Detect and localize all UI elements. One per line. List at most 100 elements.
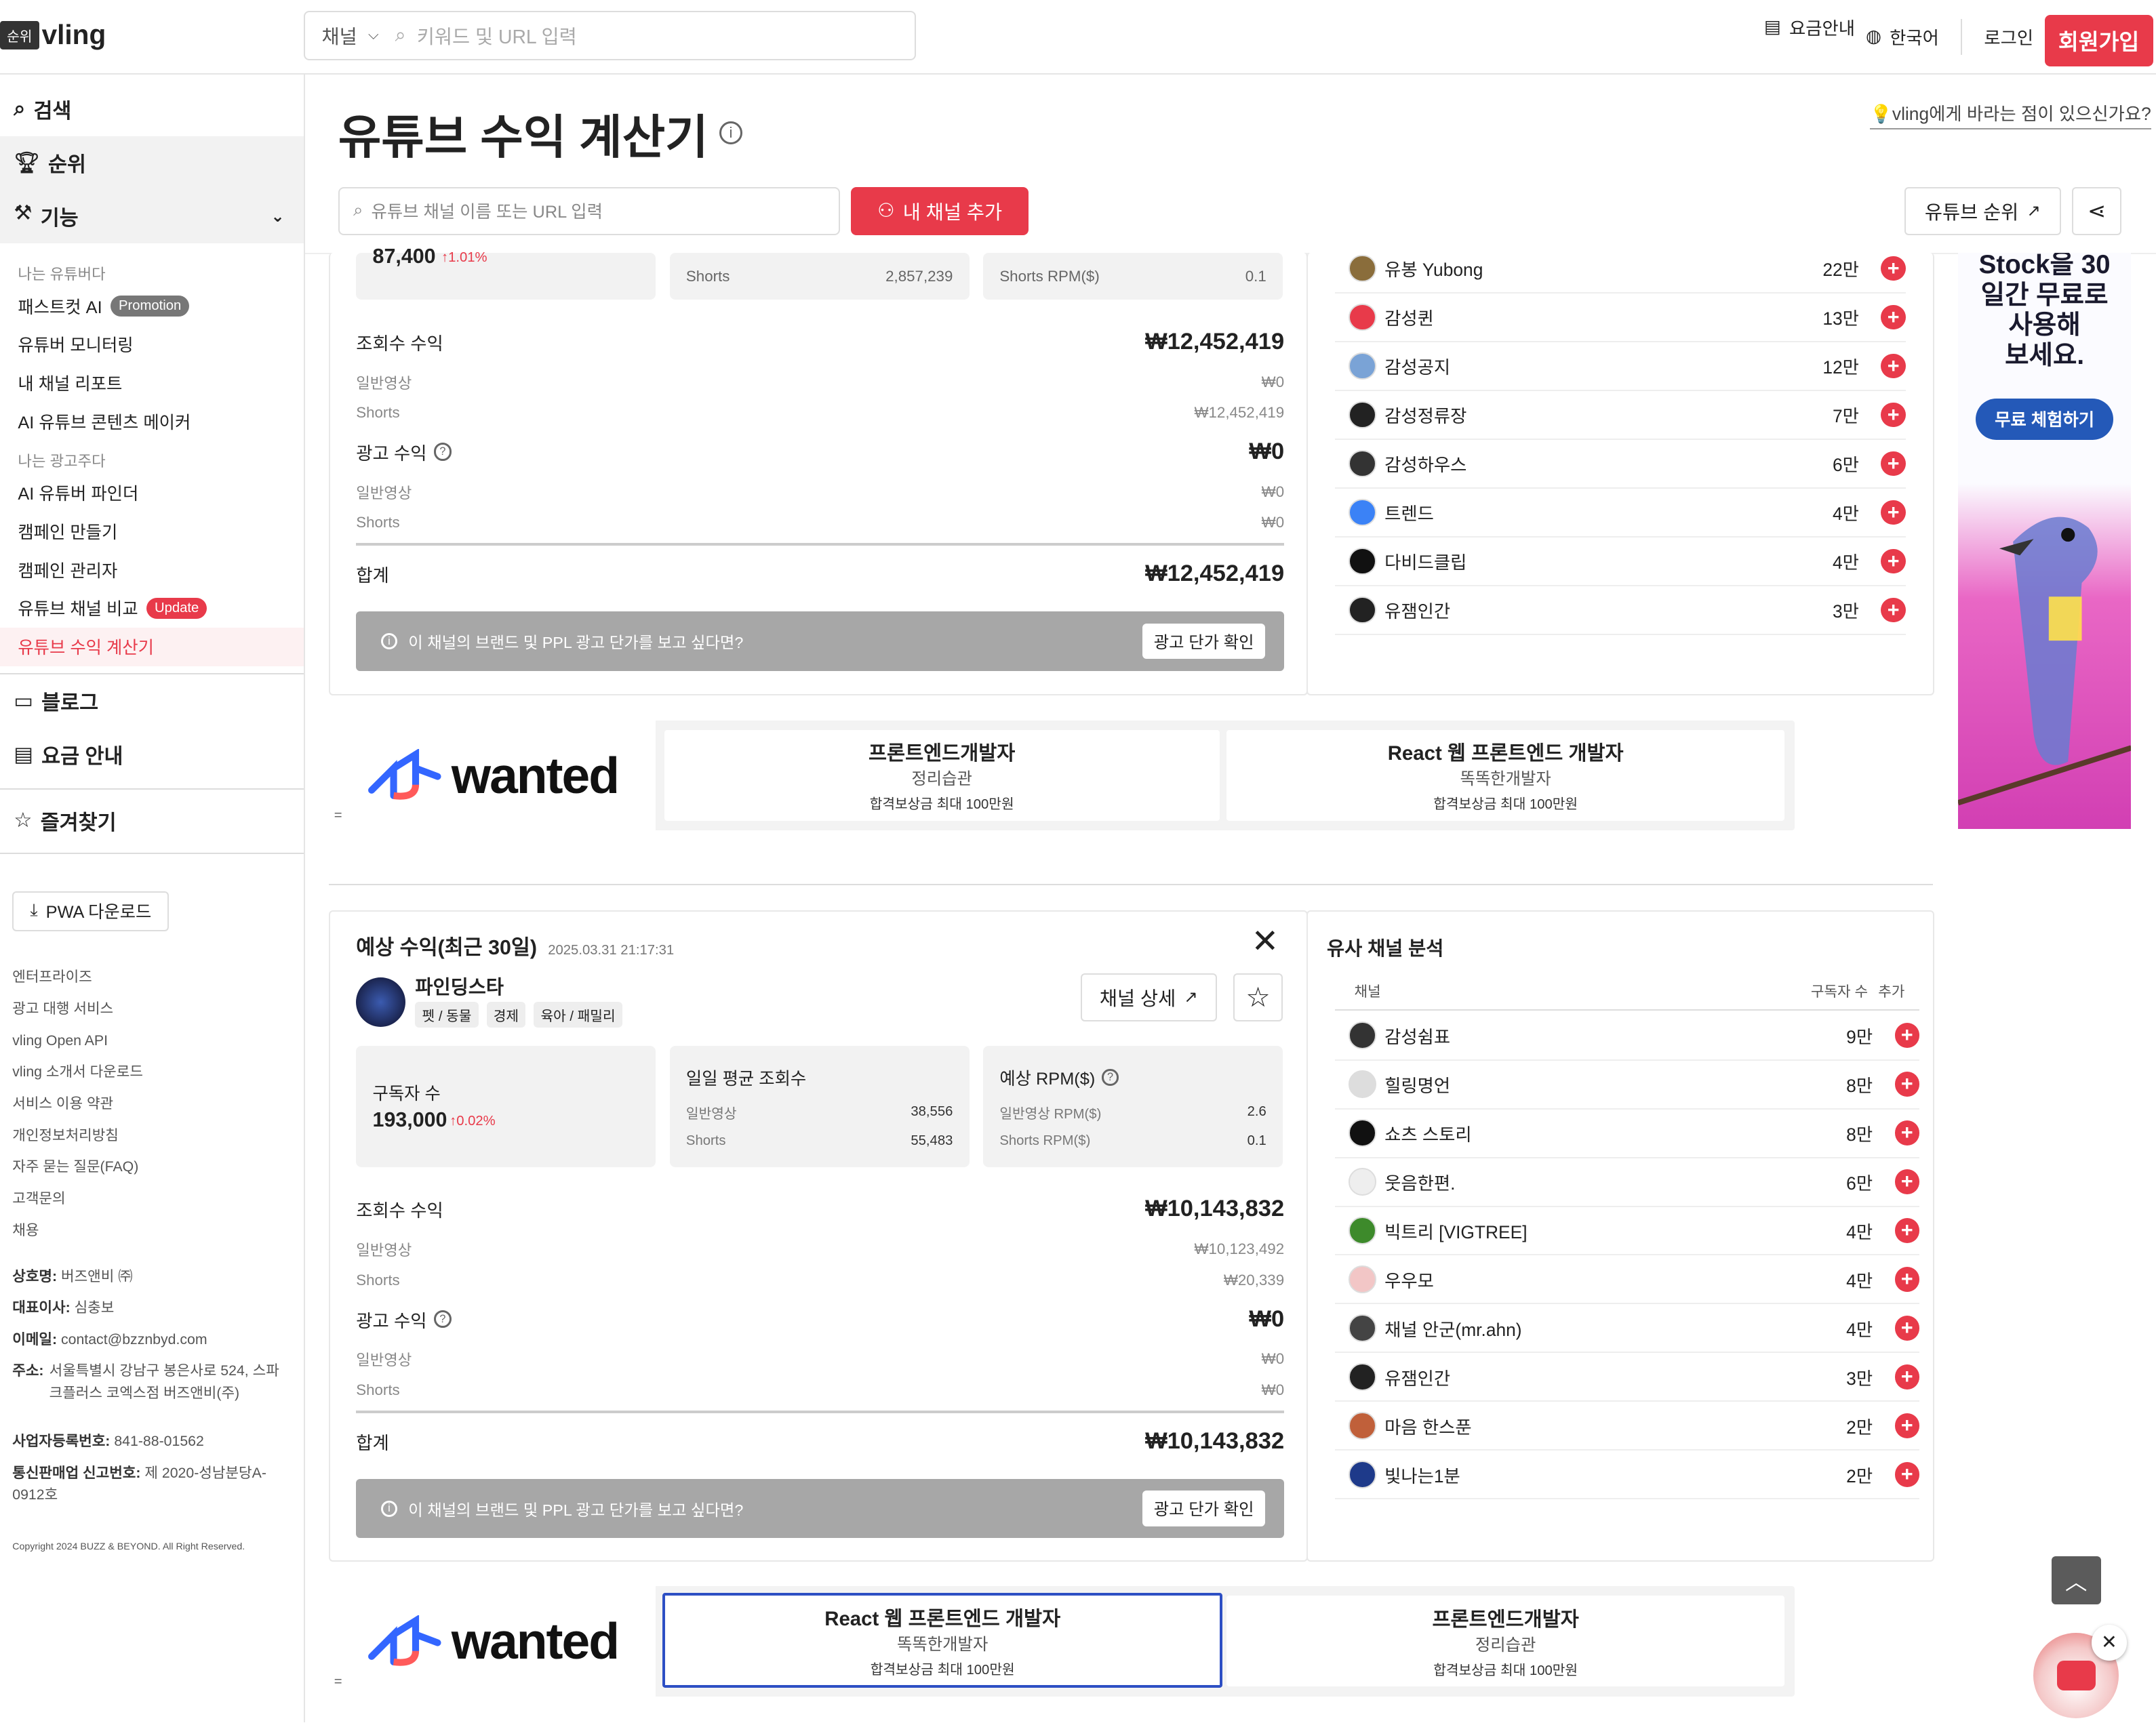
job-card[interactable]: 프론트엔드개발자 정리습관 합격보상금 최대 100만원 [664, 729, 1220, 821]
add-channel-icon[interactable]: + [1881, 597, 1906, 623]
job-card[interactable]: 프론트엔드개발자 정리습관 합격보상금 최대 100만원 [1226, 1596, 1785, 1687]
footer-link[interactable]: 엔터프라이즈 [12, 961, 304, 993]
signup-button[interactable]: 회원가입 [2044, 15, 2153, 66]
ad-price-check-button[interactable]: 광고 단가 확인 [1142, 623, 1265, 660]
footer-link[interactable]: 개인정보처리방침 [12, 1120, 304, 1152]
similar-channel-row[interactable]: 웃음한편. 6만 + [1335, 1158, 1920, 1207]
help-icon[interactable]: ? [1102, 1069, 1119, 1086]
wanted-logo[interactable]: wanted [328, 720, 656, 830]
similar-channel-row[interactable]: 다비드클립 4만 + [1335, 538, 1906, 586]
channel-select[interactable]: 채널 ⌵ [305, 22, 395, 49]
sidebar-item-campaign-create[interactable]: 캠페인 만들기 [0, 512, 304, 550]
channel-name: 마음 한스푼 [1384, 1417, 1472, 1438]
global-search-input[interactable]: ⌕ 키워드 및 URL 입력 [395, 22, 577, 49]
add-channel-icon[interactable]: + [1894, 1120, 1920, 1146]
similar-channel-row[interactable]: 마음 한스푼 2만 + [1335, 1402, 1920, 1451]
pricing-link[interactable]: ▤ 요금안내 [1764, 14, 1855, 40]
pwa-download-button[interactable]: ⤓ PWA 다운로드 [12, 891, 169, 931]
sidebar-item-fastcut[interactable]: 패스트컷 AI Promotion [0, 287, 304, 325]
add-channel-icon[interactable]: + [1894, 1462, 1920, 1487]
similar-channel-row[interactable]: 힐링명언 8만 + [1335, 1061, 1920, 1110]
add-channel-icon[interactable]: + [1894, 1072, 1920, 1097]
add-channel-icon[interactable]: + [1894, 1169, 1920, 1194]
sidebar-item-monitoring[interactable]: 유튜버 모니터링 [0, 325, 304, 364]
add-channel-icon[interactable]: + [1894, 1316, 1920, 1341]
similar-channel-row[interactable]: 감성쉼표 9만 + [1335, 1012, 1920, 1061]
job-card[interactable]: React 웹 프론트엔드 개발자 똑똑한개발자 합격보상금 최대 100만원 [662, 1593, 1222, 1688]
job-card[interactable]: React 웹 프론트엔드 개발자 똑똑한개발자 합격보상금 최대 100만원 [1226, 729, 1785, 821]
sidebar-item-search[interactable]: ⌕ 검색 [0, 83, 304, 136]
info-icon[interactable]: i [719, 121, 743, 145]
footer-link[interactable]: vling Open API [12, 1025, 304, 1057]
similar-channel-row[interactable]: 쇼츠 스토리 8만 + [1335, 1110, 1920, 1158]
wanted-logo[interactable]: wanted [328, 1586, 656, 1697]
sidebar-item-pricing[interactable]: ▤ 요금 안내 [0, 728, 304, 782]
similar-channel-row[interactable]: 감성정류장 7만 + [1335, 391, 1906, 440]
add-channel-icon[interactable]: + [1894, 1267, 1920, 1292]
footer-link[interactable]: 서비스 이용 약관 [12, 1088, 304, 1120]
close-chatbot-button[interactable]: ✕ [2091, 1625, 2128, 1661]
logo[interactable]: 순위 vling [0, 19, 106, 51]
add-channel-icon[interactable]: + [1881, 451, 1906, 477]
channel-detail-button[interactable]: 채널 상세 ↗ [1080, 973, 1217, 1021]
add-channel-icon[interactable]: + [1881, 353, 1906, 379]
sidebar-item-revenue-calculator[interactable]: 유튜브 수익 계산기 [0, 627, 304, 666]
footer-link[interactable]: 광고 대행 서비스 [12, 993, 304, 1025]
add-channel-button[interactable]: ⚇ 내 채널 추가 [851, 186, 1029, 235]
similar-channel-row[interactable]: 빛나는1분 2만 + [1335, 1451, 1920, 1500]
close-icon[interactable]: ✕ [1251, 923, 1279, 960]
sidebar-item-compare[interactable]: 유튜브 채널 비교 Update [0, 589, 304, 628]
ad-price-check-button[interactable]: 광고 단가 확인 [1142, 1491, 1265, 1527]
add-channel-icon[interactable]: + [1881, 256, 1906, 281]
sidebar-item-finder[interactable]: AI 유튜버 파인더 [0, 474, 304, 512]
login-button[interactable]: 로그인 [1984, 23, 2033, 49]
add-channel-icon[interactable]: + [1894, 1023, 1920, 1048]
add-channel-icon[interactable]: + [1881, 500, 1906, 525]
footer-link[interactable]: 고객문의 [12, 1183, 304, 1215]
similar-channel-row[interactable]: 감성하우스 6만 + [1335, 440, 1906, 489]
add-channel-icon[interactable]: + [1881, 304, 1906, 330]
favorite-star-button[interactable]: ☆ [1233, 973, 1283, 1021]
side-ad[interactable]: Stock을 30 일간 무료로 사용해 보세요. 무료 체험하기 [1957, 253, 2132, 829]
similar-channel-row[interactable]: 유잼인간 3만 + [1335, 1353, 1920, 1402]
free-trial-button[interactable]: 무료 체험하기 [1976, 399, 2114, 440]
sidebar-item-report[interactable]: 내 채널 리포트 [0, 364, 304, 403]
similar-channel-row[interactable]: 감성공지 12만 + [1335, 342, 1906, 391]
feedback-link[interactable]: 💡vling에게 바라는 점이 있으신가요? [1870, 99, 2151, 130]
footer-link[interactable]: 채용 [12, 1215, 304, 1246]
similar-channel-row[interactable]: 감성퀸 13만 + [1335, 293, 1906, 342]
ad-menu-icon[interactable]: = [334, 808, 342, 824]
share-button[interactable]: ⋖ [2072, 186, 2122, 235]
similar-channel-row[interactable]: 트렌드 4만 + [1335, 489, 1906, 538]
sidebar-item-rank[interactable]: 🏆︎ 순위 [0, 136, 304, 190]
language-select[interactable]: ◍ 한국어 [1866, 23, 1939, 49]
ad-shorts-row: Shorts ₩0 [356, 1381, 1285, 1399]
channel-search-input[interactable]: ⌕ 유튜브 채널 이름 또는 URL 입력 [338, 186, 841, 235]
similar-channel-row[interactable]: 유봉 Yubong 22만 + [1335, 245, 1906, 293]
help-icon[interactable]: ? [433, 1310, 452, 1329]
help-icon[interactable]: ? [433, 443, 452, 461]
youtube-rank-button[interactable]: 유튜브 순위 ↗ [1904, 186, 2061, 235]
sidebar-item-favorites[interactable]: ☆ 즐겨찾기 [0, 794, 304, 847]
sidebar-item-content-maker[interactable]: AI 유튜브 콘텐츠 메이커 [0, 403, 304, 441]
sidebar-label: 즐겨찾기 [40, 811, 117, 834]
sidebar-item-blog[interactable]: ▭ 블로그 [0, 674, 304, 728]
footer-link[interactable]: vling 소개서 다운로드 [12, 1056, 304, 1088]
similar-channel-row[interactable]: 우우모 4만 + [1335, 1255, 1920, 1305]
similar-channel-row[interactable]: 채널 안군(mr.ahn) 4만 + [1335, 1304, 1920, 1354]
add-channel-icon[interactable]: + [1894, 1364, 1920, 1390]
ad-menu-icon[interactable]: = [334, 1674, 342, 1690]
add-channel-icon[interactable]: + [1894, 1218, 1920, 1243]
sidebar-item-features[interactable]: ⚒ 기능 ⌄ [0, 189, 304, 243]
similar-channel-row[interactable]: 유잼인간 3만 + [1335, 586, 1906, 635]
channel-avatar [1349, 596, 1376, 624]
section-divider [328, 884, 1934, 886]
add-channel-icon[interactable]: + [1881, 402, 1906, 428]
sidebar-item-campaign-manager[interactable]: 캠페인 관리자 [0, 550, 304, 589]
ad-normal-row: 일반영상 ₩0 [356, 1350, 1285, 1369]
footer-link[interactable]: 자주 묻는 질문(FAQ) [12, 1151, 304, 1183]
add-channel-icon[interactable]: + [1881, 548, 1906, 574]
add-channel-icon[interactable]: + [1894, 1413, 1920, 1438]
scroll-top-button[interactable]: ︿ [2051, 1556, 2101, 1604]
similar-channel-row[interactable]: 빅트리 [VIGTREE] 4만 + [1335, 1207, 1920, 1256]
